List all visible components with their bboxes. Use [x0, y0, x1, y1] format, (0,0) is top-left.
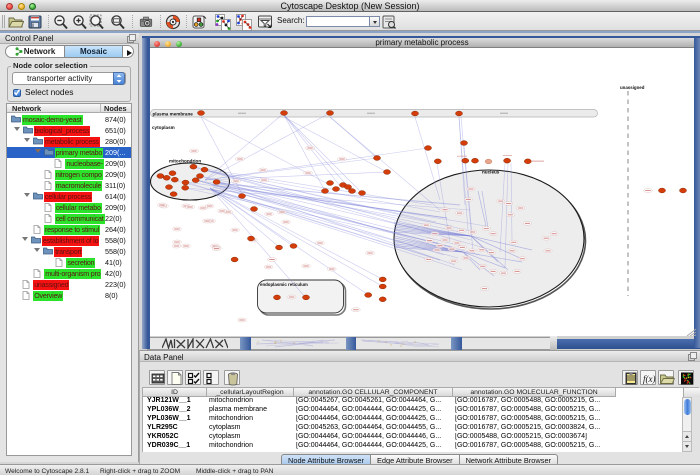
svg-text:nucleus: nucleus: [482, 170, 500, 175]
svg-text:mitochondrion: mitochondrion: [169, 159, 201, 164]
svg-text:plasma membrane: plasma membrane: [153, 112, 194, 117]
svg-text:endoplasmic reticulum: endoplasmic reticulum: [260, 282, 308, 287]
svg-text:f(x): f(x): [643, 374, 656, 384]
svg-text:unassigned: unassigned: [620, 85, 645, 90]
svg-text:cytoplasm: cytoplasm: [152, 125, 175, 130]
